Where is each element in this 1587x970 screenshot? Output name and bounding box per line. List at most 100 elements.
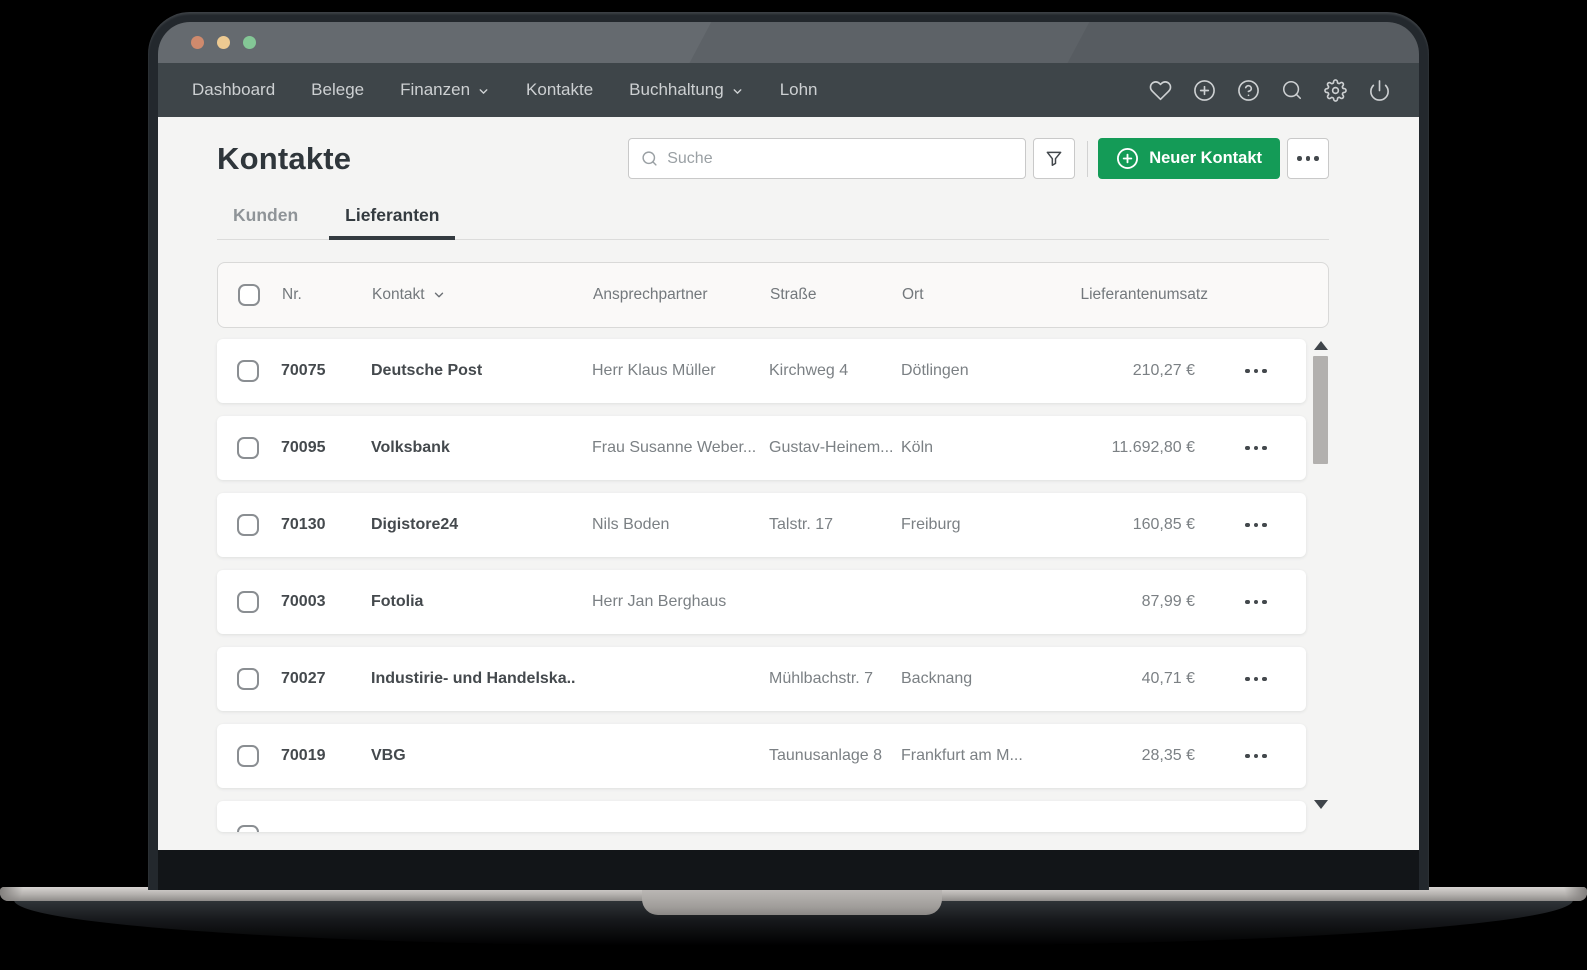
row-menu-button[interactable]	[1226, 754, 1286, 759]
laptop-screen: Dashboard Belege Finanzen Kontakte Buchh…	[158, 22, 1419, 890]
row-menu-button[interactable]	[1226, 677, 1286, 682]
cell-nr: 70075	[281, 362, 371, 380]
column-header-nr[interactable]: Nr.	[282, 286, 372, 304]
cell-nr: 70130	[281, 516, 371, 534]
nav-item-belege[interactable]: Belege	[311, 80, 364, 100]
column-header-strasse[interactable]: Straße	[770, 286, 902, 304]
scroll-thumb[interactable]	[1313, 356, 1328, 464]
row-menu-button[interactable]	[1226, 446, 1286, 451]
row-list: 70075 Deutsche Post Herr Klaus Müller Ki…	[217, 339, 1306, 788]
scroll-down-arrow[interactable]	[1314, 800, 1328, 809]
cell-kontakt: Fotolia	[371, 593, 592, 611]
column-header-ansprechpartner[interactable]: Ansprechpartner	[593, 286, 770, 304]
cell-ort: Freiburg	[901, 516, 1041, 534]
new-contact-button[interactable]: Neuer Kontakt	[1098, 138, 1280, 179]
plus-circle-icon[interactable]	[1193, 79, 1216, 102]
power-icon[interactable]	[1368, 79, 1391, 102]
cell-ansprechpartner: Herr Klaus Müller	[592, 362, 769, 380]
cell-strasse: Kirchweg 4	[769, 362, 901, 380]
scroll-up-arrow[interactable]	[1314, 341, 1328, 350]
cell-lieferantenumsatz: 87,99 €	[1041, 593, 1226, 611]
table-row[interactable]: 70027 Industirie- und Handelska.. Mühlba…	[217, 647, 1306, 711]
cell-strasse: Mühlbachstr. 7	[769, 670, 901, 688]
column-header-lieferantenumsatz[interactable]: Lieferantenumsatz	[1042, 286, 1248, 304]
toolbar-actions: Neuer Kontakt	[628, 138, 1329, 179]
ellipsis-icon	[1297, 156, 1319, 161]
cell-nr: 70003	[281, 593, 371, 611]
cell-lieferantenumsatz: 40,71 €	[1041, 670, 1226, 688]
column-header-ort[interactable]: Ort	[902, 286, 1042, 304]
browser-chrome	[158, 22, 1419, 63]
zoom-window-button[interactable]	[243, 36, 256, 49]
app-nav-bar: Dashboard Belege Finanzen Kontakte Buchh…	[158, 63, 1419, 117]
row-checkbox[interactable]	[237, 745, 259, 767]
nav-item-finanzen[interactable]: Finanzen	[400, 80, 490, 100]
more-actions-button[interactable]	[1287, 138, 1329, 179]
search-box	[628, 138, 1026, 179]
cell-nr: 70019	[281, 747, 371, 765]
cell-lieferantenumsatz: 210,27 €	[1041, 362, 1226, 380]
row-checkbox[interactable]	[237, 437, 259, 459]
tab-bar: Kunden Lieferanten	[217, 205, 1329, 240]
row-menu-button[interactable]	[1226, 523, 1286, 528]
table-header: Nr. Kontakt Ansprechpartner Straße Ort L…	[217, 262, 1329, 328]
row-checkbox[interactable]	[237, 360, 259, 382]
cell-nr: 70095	[281, 439, 371, 457]
filter-button[interactable]	[1033, 138, 1075, 179]
nav-item-dashboard[interactable]: Dashboard	[192, 80, 275, 100]
cell-lieferantenumsatz: 28,35 €	[1041, 747, 1226, 765]
plus-circle-icon	[1116, 147, 1139, 170]
row-menu-button[interactable]	[1226, 369, 1286, 374]
cell-kontakt: Volksbank	[371, 439, 592, 457]
column-header-kontakt[interactable]: Kontakt	[372, 286, 593, 304]
nav-item-lohn[interactable]: Lohn	[780, 80, 818, 100]
table-row[interactable]: 70075 Deutsche Post Herr Klaus Müller Ki…	[217, 339, 1306, 403]
help-circle-icon[interactable]	[1237, 79, 1260, 102]
table-row[interactable]: 70003 Fotolia Herr Jan Berghaus 87,99 €	[217, 570, 1306, 634]
cell-ansprechpartner: Herr Jan Berghaus	[592, 593, 769, 611]
cell-kontakt: Digistore24	[371, 516, 592, 534]
cell-ansprechpartner: Frau Susanne Weber...	[592, 439, 769, 457]
tab-kunden[interactable]: Kunden	[217, 205, 314, 239]
row-checkbox[interactable]	[237, 668, 259, 690]
search-icon[interactable]	[1281, 79, 1303, 101]
toolbar: Kontakte Neuer Kontakt	[217, 138, 1329, 179]
scrollbar	[1313, 339, 1329, 815]
glare-shadow	[1060, 22, 1419, 63]
select-all-checkbox[interactable]	[238, 284, 260, 306]
row-checkbox[interactable]	[237, 825, 259, 832]
nav-label: Dashboard	[192, 80, 275, 100]
minimize-window-button[interactable]	[217, 36, 230, 49]
cell-kontakt: Industirie- und Handelska..	[371, 670, 592, 688]
cell-strasse: Talstr. 17	[769, 516, 901, 534]
table-row[interactable]: 70095 Volksbank Frau Susanne Weber... Gu…	[217, 416, 1306, 480]
row-checkbox[interactable]	[237, 514, 259, 536]
nav-item-kontakte[interactable]: Kontakte	[526, 80, 593, 100]
cell-nr: 70027	[281, 670, 371, 688]
cell-kontakt: Deutsche Post	[371, 362, 592, 380]
nav-label: Buchhaltung	[629, 80, 724, 100]
table-row[interactable]: 70019 VBG Taunusanlage 8 Frankfurt am M.…	[217, 724, 1306, 788]
funnel-icon	[1044, 149, 1064, 169]
page-title: Kontakte	[217, 141, 351, 177]
nav-label: Belege	[311, 80, 364, 100]
sort-chevron-down-icon	[432, 288, 446, 302]
nav-icon-group	[1149, 79, 1391, 102]
nav-item-buchhaltung[interactable]: Buchhaltung	[629, 80, 744, 100]
row-menu-button[interactable]	[1226, 600, 1286, 605]
heart-icon[interactable]	[1149, 79, 1172, 102]
cell-strasse: Taunusanlage 8	[769, 747, 901, 765]
cell-ort: Frankfurt am M...	[901, 747, 1041, 765]
toolbar-divider	[1087, 141, 1088, 177]
chevron-down-icon	[731, 85, 744, 98]
column-label: Kontakt	[372, 286, 425, 304]
row-checkbox[interactable]	[237, 591, 259, 613]
search-icon	[641, 150, 658, 167]
tab-lieferanten[interactable]: Lieferanten	[329, 205, 455, 239]
stage: Dashboard Belege Finanzen Kontakte Buchh…	[0, 0, 1587, 970]
cell-lieferantenumsatz: 11.692,80 €	[1041, 439, 1226, 457]
search-input[interactable]	[667, 150, 1013, 168]
close-window-button[interactable]	[191, 36, 204, 49]
table-row[interactable]: 70130 Digistore24 Nils Boden Talstr. 17 …	[217, 493, 1306, 557]
settings-icon[interactable]	[1324, 79, 1347, 102]
